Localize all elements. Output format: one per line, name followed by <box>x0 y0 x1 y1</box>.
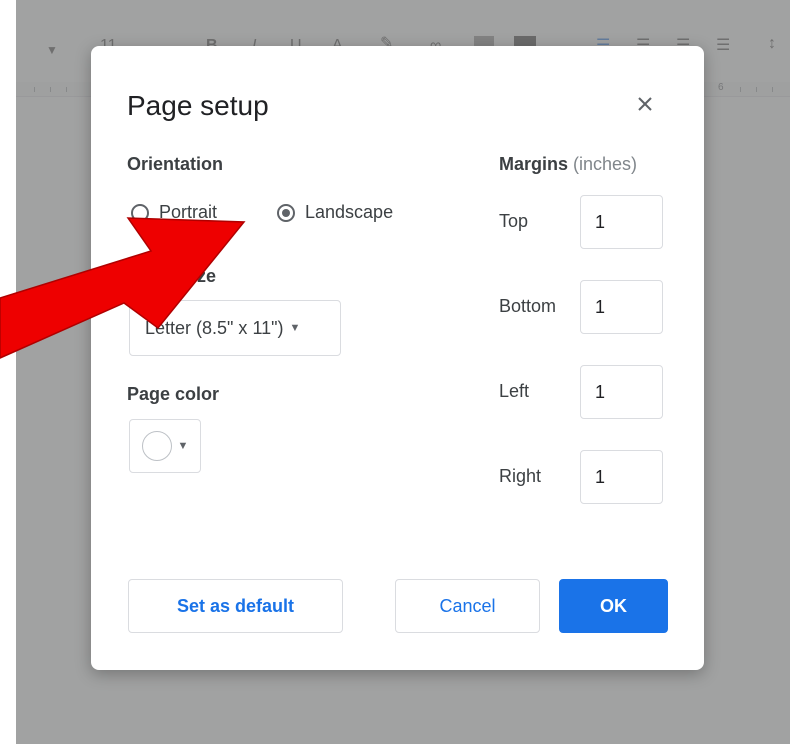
paper-size-value: Letter (8.5" x 11") <box>145 317 284 338</box>
color-swatch <box>141 431 172 461</box>
margins-unit: (inches) <box>573 154 638 174</box>
page-color-label: Page color <box>127 384 220 404</box>
margin-right-input[interactable] <box>580 450 663 504</box>
orientation-label: Orientation <box>127 154 224 174</box>
close-button[interactable] <box>631 90 659 118</box>
chevron-down-icon: ▼ <box>177 440 189 452</box>
margin-top-input[interactable] <box>580 195 663 249</box>
portrait-radio-circle[interactable] <box>131 203 149 222</box>
chevron-down-icon: ▼ <box>289 322 301 334</box>
ok-button[interactable]: OK <box>559 579 668 633</box>
margin-bottom-input[interactable] <box>580 280 663 334</box>
margins-label: Margins (inches) <box>499 154 637 175</box>
paper-size-dropdown[interactable]: Letter (8.5" x 11") ▼ <box>129 300 341 356</box>
orientation-portrait-radio[interactable]: Portrait <box>131 202 217 223</box>
margin-left-input[interactable] <box>580 365 663 419</box>
screen: ▼ 11 B I U A ✎ ∞ ☰ ☰ ☰ ☰ ↕ 6 Page setup <box>0 0 790 744</box>
close-icon <box>638 97 652 111</box>
paper-size-label: Paper size <box>127 266 217 286</box>
landscape-label: Landscape <box>305 202 394 222</box>
portrait-label: Portrait <box>159 202 218 222</box>
margin-right-label: Right <box>499 466 542 486</box>
cancel-button[interactable]: Cancel <box>395 579 540 633</box>
page-setup-dialog: Page setup Orientation Portrait Landscap… <box>91 46 704 670</box>
orientation-landscape-radio[interactable]: Landscape <box>277 202 393 223</box>
margin-left-label: Left <box>499 381 530 401</box>
set-as-default-button[interactable]: Set as default <box>128 579 343 633</box>
landscape-radio-circle[interactable] <box>277 203 295 222</box>
window-edge <box>0 0 16 744</box>
page-color-picker[interactable]: ▼ <box>129 419 201 473</box>
margin-bottom-label: Bottom <box>499 296 557 316</box>
dialog-title: Page setup <box>127 90 269 121</box>
margin-top-label: Top <box>499 211 529 231</box>
margins-title: Margins <box>499 154 569 174</box>
